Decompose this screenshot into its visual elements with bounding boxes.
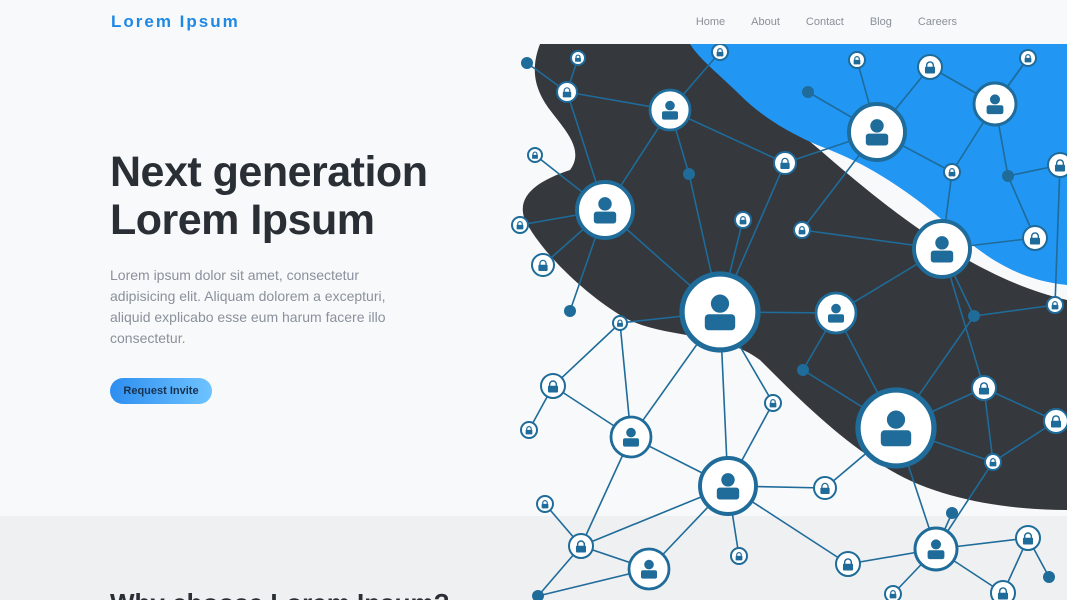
lock-node-icon bbox=[711, 44, 729, 61]
top-navbar: Lorem Ipsum Home About Contact Blog Care… bbox=[0, 0, 1067, 44]
lock-node-icon bbox=[764, 394, 782, 412]
hero-title: Next generation Lorem Ipsum bbox=[110, 148, 490, 244]
lock-node-icon bbox=[568, 533, 594, 559]
lock-node-icon bbox=[1019, 49, 1037, 67]
people-network-illustration bbox=[511, 44, 1067, 600]
person-node-icon bbox=[855, 387, 937, 469]
person-node-icon bbox=[814, 291, 858, 335]
lock-node-icon bbox=[1046, 296, 1064, 314]
nav-link-contact[interactable]: Contact bbox=[806, 16, 844, 28]
lock-node-icon bbox=[984, 453, 1002, 471]
lock-node-icon bbox=[773, 151, 797, 175]
person-node-icon bbox=[609, 415, 653, 459]
network-dot bbox=[521, 57, 533, 69]
lock-node-icon bbox=[520, 421, 538, 439]
lock-node-icon bbox=[1015, 525, 1041, 551]
nav-link-blog[interactable]: Blog bbox=[870, 16, 892, 28]
lock-node-icon bbox=[556, 81, 578, 103]
lock-node-icon bbox=[813, 476, 837, 500]
lock-node-icon bbox=[1022, 225, 1048, 251]
nav-link-careers[interactable]: Careers bbox=[918, 16, 957, 28]
network-dot bbox=[683, 168, 695, 180]
lock-node-icon bbox=[917, 54, 943, 80]
person-node-icon bbox=[912, 219, 972, 279]
section-heading: Why choose Lorem Ipsum? bbox=[110, 588, 450, 600]
network-dot bbox=[797, 364, 809, 376]
person-node-icon bbox=[698, 456, 758, 516]
lock-node-icon bbox=[734, 211, 752, 229]
hero-title-line-1: Next generation bbox=[110, 148, 428, 196]
person-node-icon bbox=[913, 526, 959, 572]
lock-node-icon bbox=[511, 216, 529, 234]
lock-node-icon bbox=[570, 50, 586, 66]
brand-logo[interactable]: Lorem Ipsum bbox=[111, 12, 240, 32]
lock-node-icon bbox=[835, 551, 861, 577]
network-dot bbox=[946, 507, 958, 519]
lock-node-icon bbox=[1047, 152, 1067, 178]
person-node-icon bbox=[575, 180, 635, 240]
landing-page: Lorem Ipsum Home About Contact Blog Care… bbox=[0, 0, 1067, 600]
lock-node-icon bbox=[990, 580, 1016, 600]
lock-node-icon bbox=[884, 585, 902, 600]
lock-node-icon bbox=[793, 221, 811, 239]
request-invite-button[interactable]: Request Invite bbox=[110, 378, 212, 404]
nav-menu: Home About Contact Blog Careers bbox=[670, 16, 957, 28]
lock-node-icon bbox=[527, 147, 543, 163]
network-dot bbox=[564, 305, 576, 317]
lock-node-icon bbox=[730, 547, 748, 565]
network-dot bbox=[968, 310, 980, 322]
lock-node-icon bbox=[612, 315, 628, 331]
lock-node-icon bbox=[971, 375, 997, 401]
lock-node-icon bbox=[848, 51, 866, 69]
person-node-icon bbox=[972, 81, 1018, 127]
lock-node-icon bbox=[943, 163, 961, 181]
person-node-icon bbox=[627, 547, 671, 591]
lock-node-icon bbox=[540, 373, 566, 399]
nav-link-about[interactable]: About bbox=[751, 16, 780, 28]
lock-node-icon bbox=[536, 495, 554, 513]
network-dot bbox=[802, 86, 814, 98]
network-link bbox=[552, 322, 621, 387]
lock-node-icon bbox=[1043, 408, 1067, 434]
nav-link-home[interactable]: Home bbox=[696, 16, 725, 28]
hero-title-line-2: Lorem Ipsum bbox=[110, 196, 375, 244]
person-node-icon bbox=[648, 88, 692, 132]
person-node-icon bbox=[679, 271, 761, 353]
person-node-icon bbox=[847, 102, 907, 162]
hero-description: Lorem ipsum dolor sit amet, consectetur … bbox=[110, 267, 386, 346]
network-dot bbox=[1002, 170, 1014, 182]
lock-node-icon bbox=[531, 253, 555, 277]
network-dot bbox=[1043, 571, 1055, 583]
